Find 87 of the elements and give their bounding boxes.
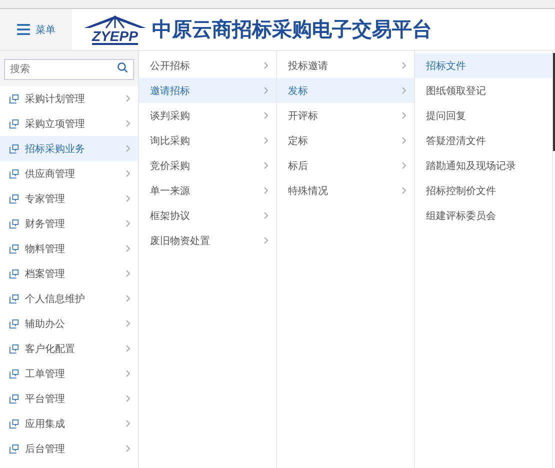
folder-icon (9, 168, 20, 178)
chevron-icon (126, 145, 130, 152)
logo: ZYEPP (84, 14, 146, 44)
chevron-icon (126, 220, 130, 227)
menu-icon (16, 24, 30, 35)
chevron-icon (126, 345, 130, 352)
menu-item[interactable]: 询比采购 (139, 128, 276, 153)
folder-icon (9, 118, 20, 128)
menu-item[interactable]: 踏勘通知及现场记录 (415, 153, 552, 178)
menu-item[interactable]: 物料管理 (0, 236, 138, 261)
chevron-icon (264, 87, 268, 94)
menu-item[interactable]: 发标 (277, 78, 414, 103)
chevron-icon (126, 170, 130, 177)
chevron-icon (402, 137, 406, 144)
folder-icon (9, 268, 20, 278)
folder-icon (9, 144, 20, 154)
chevron-icon (264, 137, 268, 144)
roof-icon (84, 14, 146, 28)
menu-item[interactable]: 应用集成 (0, 411, 138, 436)
menu-button[interactable]: 菜单 (0, 9, 72, 50)
menu-item[interactable]: 公开招标 (139, 53, 276, 78)
menu-item[interactable]: 竞价采购 (139, 153, 276, 178)
chevron-icon (402, 162, 406, 169)
chevron-icon (264, 212, 268, 219)
chevron-icon (126, 320, 130, 327)
menu-item[interactable]: 图纸领取登记 (415, 78, 552, 103)
chevron-icon (126, 370, 130, 377)
menu-item[interactable]: 招标控制价文件 (415, 178, 552, 203)
menu-item[interactable]: 答疑澄清文件 (415, 128, 552, 153)
chevron-icon (126, 445, 130, 452)
menu-item[interactable]: 提问回复 (415, 103, 552, 128)
menu-item[interactable]: 采购立项管理 (0, 111, 138, 136)
folder-icon (9, 244, 20, 254)
chevron-icon (126, 120, 130, 127)
menu-item[interactable]: 组建评标委员会 (415, 203, 552, 228)
menu-item[interactable]: 邀请招标 (139, 78, 276, 103)
menu-item[interactable]: 工单管理 (0, 361, 138, 386)
search-field[interactable]: 搜索 (4, 59, 134, 80)
chevron-icon (402, 112, 406, 119)
menu-item[interactable]: 财务管理 (0, 211, 138, 236)
chevron-icon (264, 162, 268, 169)
folder-icon (9, 394, 20, 404)
chevron-icon (402, 87, 406, 94)
menu-item[interactable]: 专家管理 (0, 186, 138, 211)
menu-item[interactable]: 后台管理 (0, 436, 138, 461)
menu-item[interactable]: 辅助办公 (0, 311, 138, 336)
folder-icon (9, 318, 20, 328)
search-icon (117, 62, 128, 73)
menu-item[interactable]: 客户化配置 (0, 336, 138, 361)
chevron-icon (402, 62, 406, 69)
folder-icon (9, 368, 20, 378)
menu-item[interactable]: 投标邀请 (277, 53, 414, 78)
folder-icon (9, 294, 20, 304)
chevron-icon (126, 195, 130, 202)
menu-item[interactable]: 特殊情况 (277, 178, 414, 203)
folder-icon (9, 444, 20, 454)
menu-item[interactable]: 招标文件 (415, 53, 552, 78)
chevron-icon (126, 95, 130, 102)
folder-icon (9, 418, 20, 428)
chevron-icon (264, 237, 268, 244)
chevron-icon (126, 270, 130, 277)
chevron-icon (126, 395, 130, 402)
menu-item[interactable]: 招标采购业务 (0, 136, 138, 161)
menu-item[interactable]: 采购计划管理 (0, 86, 138, 111)
folder-icon (9, 94, 20, 104)
folder-icon (9, 194, 20, 204)
chevron-icon (264, 62, 268, 69)
folder-icon (9, 344, 20, 354)
chevron-icon (264, 112, 268, 119)
menu-item[interactable]: 废旧物资处置 (139, 228, 276, 253)
folder-icon (9, 218, 20, 228)
menu-item[interactable]: 标后 (277, 153, 414, 178)
menu-item[interactable]: 框架协议 (139, 203, 276, 228)
chevron-icon (126, 295, 130, 302)
platform-title: 中原云商招标采购电子交易平台 (152, 16, 432, 43)
chevron-icon (126, 245, 130, 252)
menu-item[interactable]: 个人信息维护 (0, 286, 138, 311)
chevron-icon (126, 420, 130, 427)
chevron-icon (402, 187, 406, 194)
menu-item[interactable]: 平台管理 (0, 386, 138, 411)
menu-item[interactable]: 开评标 (277, 103, 414, 128)
menu-item[interactable]: 单一来源 (139, 178, 276, 203)
menu-item[interactable]: 供应商管理 (0, 161, 138, 186)
menu-item[interactable]: 定标 (277, 128, 414, 153)
menu-item[interactable]: 谈判采购 (139, 103, 276, 128)
menu-item[interactable]: 档案管理 (0, 261, 138, 286)
chevron-icon (264, 187, 268, 194)
